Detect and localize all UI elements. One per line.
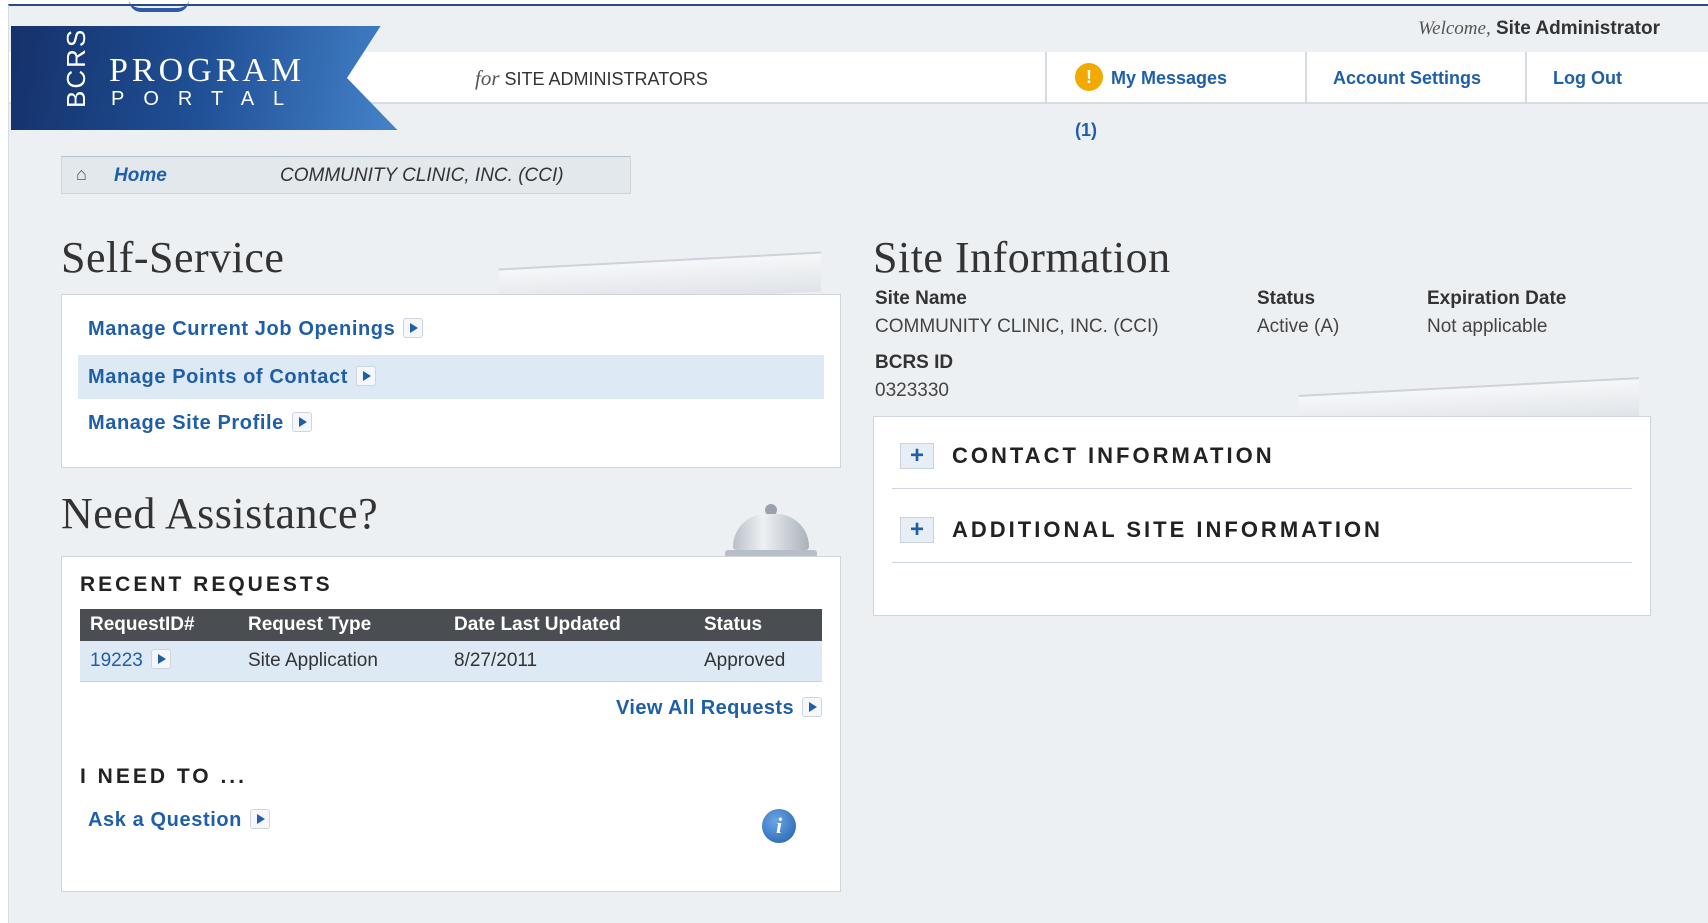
site-info-panel: + CONTACT INFORMATION + ADDITIONAL SITE … [873, 416, 1651, 616]
arrow-right-icon [250, 809, 270, 830]
log-out-link[interactable]: Log Out [1525, 52, 1665, 104]
breadcrumb: ⌂ Home COMMUNITY CLINIC, INC. (CCI) [61, 156, 631, 194]
logo-program-text: PROGRAM [109, 52, 306, 89]
breadcrumb-current: COMMUNITY CLINIC, INC. (CCI) [280, 165, 564, 186]
status-label: Status [1257, 288, 1316, 309]
additional-site-information-toggle[interactable]: + ADDITIONAL SITE INFORMATION [892, 491, 1632, 563]
tagline-for: for [475, 66, 500, 90]
alert-icon: ! [1075, 63, 1103, 92]
expand-plus-icon: + [900, 517, 934, 543]
arrow-right-icon [150, 649, 171, 670]
request-type-cell: Site Application [238, 641, 444, 682]
logo-bcrs-text: BCRS [61, 27, 91, 108]
manage-site-profile-label: Manage Site Profile [88, 412, 284, 434]
request-id-link[interactable]: 19223 [80, 641, 238, 682]
column-header: RequestID# [80, 609, 238, 641]
header-tagline: for SITE ADMINISTRATORS [475, 66, 708, 91]
additional-site-information-label: ADDITIONAL SITE INFORMATION [952, 517, 1383, 542]
site-information-title: Site Information [873, 233, 1171, 282]
contact-information-label: CONTACT INFORMATION [952, 443, 1275, 468]
manage-points-of-contact-label: Manage Points of Contact [88, 366, 348, 388]
ask-a-question-label: Ask a Question [88, 809, 242, 831]
column-header: Status [694, 609, 822, 641]
self-service-title: Self-Service [61, 233, 285, 282]
page: Welcome, Site Administrator BCRS PROGRAM… [8, 4, 1708, 923]
service-bell-icon [723, 500, 819, 558]
view-all-requests-link[interactable]: View All Requests [616, 697, 822, 720]
site-name-value: COMMUNITY CLINIC, INC. (CCI) [875, 316, 1159, 337]
manage-points-of-contact-link[interactable]: Manage Points of Contact [78, 355, 824, 399]
welcome-user-name: Site Administrator [1496, 18, 1660, 39]
need-assistance-title: Need Assistance? [61, 489, 379, 538]
assistance-panel: RECENT REQUESTS RequestID# Request Type … [61, 556, 841, 892]
arrow-right-icon [802, 697, 822, 718]
table-row: 19223 Site Application 8/27/2011 Approve… [80, 641, 822, 682]
site-name-label: Site Name [875, 288, 967, 309]
expand-plus-icon: + [900, 443, 934, 469]
manage-job-openings-link[interactable]: Manage Current Job Openings [78, 307, 824, 351]
view-all-requests-label: View All Requests [616, 697, 794, 719]
column-header: Request Type [238, 609, 444, 641]
expiration-date-value: Not applicable [1427, 316, 1548, 337]
status-value: Active (A) [1257, 316, 1340, 337]
arrow-right-icon [291, 412, 312, 433]
column-header: Date Last Updated [444, 609, 694, 641]
self-service-panel: Manage Current Job Openings Manage Point… [61, 294, 841, 468]
info-icon[interactable]: i [762, 809, 796, 843]
request-id-value: 19223 [90, 649, 143, 671]
welcome-message: Welcome, Site Administrator [1418, 18, 1660, 40]
my-messages-link[interactable]: ! My Messages (1) [1045, 52, 1265, 140]
home-icon: ⌂ [76, 164, 87, 184]
bcrs-id-label: BCRS ID [875, 352, 954, 373]
manage-job-openings-label: Manage Current Job Openings [88, 318, 396, 340]
bcrs-id-value: 0323330 [875, 380, 949, 401]
tagline-audience: SITE ADMINISTRATORS [504, 69, 708, 89]
table-header-row: RequestID# Request Type Date Last Update… [80, 609, 822, 641]
date-updated-cell: 8/27/2011 [444, 641, 694, 682]
top-bar: Welcome, Site Administrator BCRS PROGRAM… [9, 6, 1708, 140]
expiration-date-label: Expiration Date [1427, 288, 1567, 309]
welcome-prefix: Welcome, [1418, 18, 1491, 39]
breadcrumb-home-link[interactable]: Home [114, 165, 167, 187]
contact-information-toggle[interactable]: + CONTACT INFORMATION [892, 417, 1632, 489]
recent-requests-table: RequestID# Request Type Date Last Update… [80, 609, 822, 682]
manage-site-profile-link[interactable]: Manage Site Profile [78, 401, 824, 445]
logo-portal-text: PORTAL [111, 88, 304, 110]
arrow-right-icon [355, 366, 376, 387]
status-cell: Approved [694, 641, 822, 682]
recent-requests-heading: RECENT REQUESTS [80, 573, 333, 596]
arrow-right-icon [403, 318, 424, 339]
i-need-to-heading: I NEED TO ... [80, 765, 247, 788]
account-settings-link[interactable]: Account Settings [1305, 52, 1523, 104]
ask-a-question-link[interactable]: Ask a Question [88, 809, 270, 832]
